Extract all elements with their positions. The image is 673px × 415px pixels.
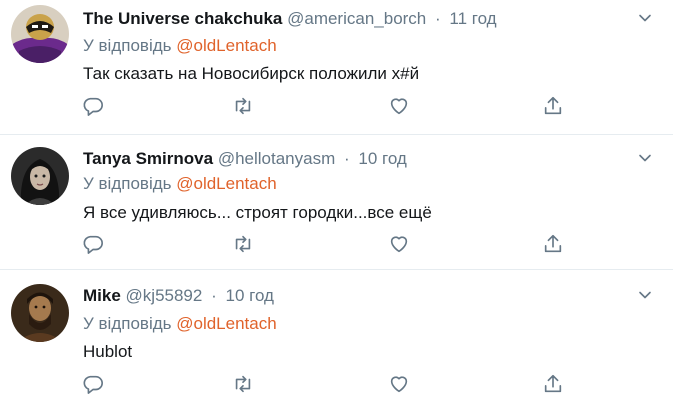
display-name[interactable]: Mike <box>83 286 121 305</box>
avatar-image <box>11 284 69 342</box>
tweet-text: Я все удивляюсь... строят городки...все … <box>83 203 432 222</box>
mention-link[interactable]: @oldLentach <box>176 174 276 193</box>
retweet-icon[interactable] <box>232 95 256 119</box>
tweet-header: Mike @kj55892 · 10 год <box>83 285 274 307</box>
replying-to: У відповідь @oldLentach <box>83 173 277 195</box>
avatar[interactable] <box>11 147 69 205</box>
display-name[interactable]: Tanya Smirnova <box>83 149 213 168</box>
tweet-actions <box>0 233 673 257</box>
replying-to: У відповідь @oldLentach <box>83 35 277 57</box>
tweet-header: Tanya Smirnova @hellotanyasm · 10 год <box>83 148 407 170</box>
separator: · <box>211 286 217 305</box>
replying-to: У відповідь @oldLentach <box>83 313 277 335</box>
user-handle[interactable]: @american_borch <box>287 9 426 28</box>
timestamp[interactable]: 10 год <box>358 149 406 168</box>
user-handle[interactable]: @hellotanyasm <box>218 149 335 168</box>
chevron-down-icon[interactable] <box>637 287 653 303</box>
separator: · <box>343 149 350 168</box>
tweet-header: The Universe chakchuka @american_borch ·… <box>83 8 497 30</box>
tweet-text: Hublot <box>83 342 133 361</box>
share-icon[interactable] <box>542 373 566 397</box>
separator: · <box>435 9 441 28</box>
reply-feed: The Universe chakchuka @american_borch ·… <box>0 0 673 415</box>
avatar[interactable] <box>11 284 69 342</box>
tweet-actions <box>0 373 673 397</box>
like-icon[interactable] <box>388 95 412 119</box>
mention-link[interactable]: @oldLentach <box>176 314 276 333</box>
tweet-actions <box>0 95 673 119</box>
share-icon[interactable] <box>542 95 566 119</box>
timestamp[interactable]: 10 год <box>225 286 273 305</box>
share-icon[interactable] <box>542 233 566 257</box>
user-handle[interactable]: @kj55892 <box>126 286 203 305</box>
chevron-down-icon[interactable] <box>637 150 653 166</box>
replying-to-label: У відповідь <box>83 174 172 193</box>
avatar-image <box>11 147 69 205</box>
tweet[interactable]: The Universe chakchuka @american_borch ·… <box>0 0 673 135</box>
mention-link[interactable]: @oldLentach <box>176 36 276 55</box>
tweet-text: Так сказать на Новосибирск положили х#й <box>83 64 420 83</box>
avatar[interactable] <box>11 5 69 63</box>
replying-to-label: У відповідь <box>83 36 172 55</box>
reply-icon[interactable] <box>82 233 106 257</box>
reply-icon[interactable] <box>82 95 106 119</box>
like-icon[interactable] <box>388 233 412 257</box>
like-icon[interactable] <box>388 373 412 397</box>
tweet[interactable]: Tanya Smirnova @hellotanyasm · 10 год У … <box>0 135 673 270</box>
avatar-image <box>11 5 69 63</box>
reply-icon[interactable] <box>82 373 106 397</box>
retweet-icon[interactable] <box>232 233 256 257</box>
timestamp[interactable]: 11 год <box>449 9 496 28</box>
retweet-icon[interactable] <box>232 373 256 397</box>
tweet[interactable]: Mike @kj55892 · 10 год У відповідь @oldL… <box>0 271 673 415</box>
replying-to-label: У відповідь <box>83 314 172 333</box>
display-name[interactable]: The Universe chakchuka <box>83 9 282 28</box>
chevron-down-icon[interactable] <box>637 10 653 26</box>
